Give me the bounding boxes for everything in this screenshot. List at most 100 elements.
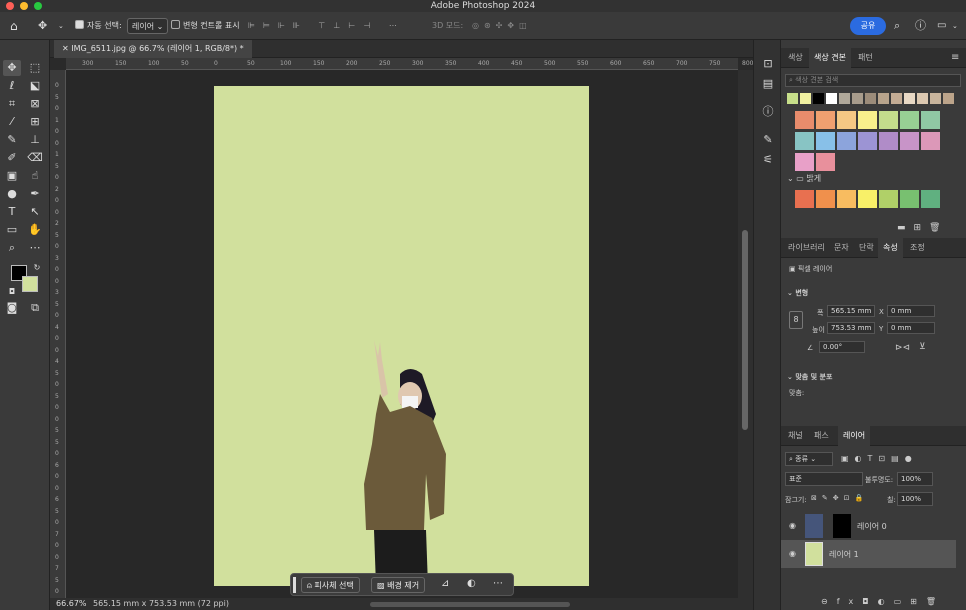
quick-mask-icon[interactable]: ◙ (3, 300, 21, 316)
swatch[interactable] (943, 93, 954, 104)
swatch[interactable] (879, 111, 898, 129)
swatch[interactable] (837, 111, 856, 129)
swatch[interactable] (839, 93, 850, 104)
background-color-swatch[interactable] (22, 276, 38, 292)
home-icon[interactable]: ⌂ (10, 18, 18, 34)
share-button[interactable]: 공유 (850, 17, 886, 35)
drag-handle[interactable] (293, 577, 296, 593)
tab-layers[interactable]: 레이어 (838, 426, 871, 446)
swatch[interactable] (891, 93, 902, 104)
swatch[interactable] (900, 132, 919, 150)
opacity-field[interactable]: 100% (897, 472, 933, 486)
swatch[interactable] (858, 111, 877, 129)
eyedropper-tool-icon[interactable]: ⁄ (3, 114, 21, 130)
auto-select-checkbox[interactable]: 자동 선택: (75, 18, 122, 34)
smudge-tool-icon[interactable]: ☝ (26, 168, 44, 184)
eye-icon[interactable]: ◉ (789, 549, 796, 558)
transform-icon[interactable]: ⊿ (441, 578, 449, 589)
swap-colors-icon[interactable]: ↻ (28, 260, 46, 276)
transform-controls-checkbox[interactable]: 변형 컨트롤 표시 (171, 18, 240, 34)
swatch[interactable] (795, 153, 814, 171)
remove-background-button[interactable]: ▨ 배경 제거 (371, 577, 426, 593)
panel-menu-icon[interactable]: ≡ (951, 52, 959, 63)
history-brush-icon[interactable]: ✐ (3, 150, 21, 166)
swatch[interactable] (813, 93, 824, 104)
layer-row[interactable]: ◉ 레이어 0 (781, 512, 956, 540)
x-field[interactable]: 0 mm (887, 305, 935, 317)
shape-tool-icon[interactable]: ▭ (3, 222, 21, 238)
swatch[interactable] (816, 190, 835, 208)
fill-field[interactable]: 100% (897, 492, 933, 506)
canvas-area[interactable] (66, 70, 738, 598)
swatch[interactable] (879, 190, 898, 208)
layer-filter-dropdown[interactable]: ⌕ 종류 ⌄ (785, 452, 833, 466)
lasso-tool-icon[interactable]: ℓ (3, 78, 21, 94)
layer-panel-actions[interactable]: ⊖fx◘◐▭⊞🗑 (821, 597, 945, 606)
document-canvas[interactable] (214, 86, 589, 586)
tab-paragraph[interactable]: 단락 (854, 238, 879, 258)
tab-libraries[interactable]: 라이브러리 (783, 238, 830, 258)
tab-swatches[interactable]: 색상 견본 (809, 48, 851, 68)
history-icon[interactable]: ⊡ (759, 56, 777, 72)
swatch[interactable] (816, 153, 835, 171)
tab-properties[interactable]: 속성 (878, 238, 903, 258)
swatch[interactable] (900, 190, 919, 208)
move-tool-icon[interactable]: ✥ (38, 18, 47, 34)
tab-paths[interactable]: 패스 (809, 426, 834, 446)
help-icon[interactable]: ⓘ (915, 18, 926, 34)
scroll-thumb[interactable] (742, 230, 748, 430)
swatch[interactable] (917, 93, 928, 104)
type-tool-icon[interactable]: T (3, 204, 21, 220)
gradient-tool-icon[interactable]: ▣ (3, 168, 21, 184)
close-tab-icon[interactable]: ✕ (62, 44, 71, 53)
horizontal-scrollbar[interactable] (370, 602, 570, 607)
document-dimensions[interactable]: 565.15 mm x 753.53 mm (72 ppi) (93, 598, 229, 610)
document-tab[interactable]: ✕ IMG_6511.jpg @ 66.7% (레이어 1, RGB/8*) * (54, 40, 252, 58)
auto-select-dropdown[interactable]: 레이어 ⌄ (127, 18, 169, 34)
align-icons[interactable]: ⊫⊨⊩⊪ ⊤⊥⊢⊣ ⋯ (248, 18, 405, 34)
height-field[interactable]: 753.53 mm (827, 322, 875, 334)
chevron-down-icon[interactable]: ⌄ (58, 18, 64, 34)
search-icon[interactable]: ⌕ (894, 18, 900, 34)
frame-tool-icon[interactable]: ⊠ (26, 96, 44, 112)
adjust-icon[interactable]: ◐ (467, 578, 476, 589)
align-section-header[interactable]: ⌄ 맞춤 및 분포 (787, 372, 832, 382)
zoom-level[interactable]: 66.67% (56, 598, 87, 610)
swatch[interactable] (878, 93, 889, 104)
more-tools-icon[interactable]: ⋯ (26, 240, 44, 256)
swatch[interactable] (816, 132, 835, 150)
close-window-button[interactable] (6, 2, 14, 10)
swatch[interactable] (858, 132, 877, 150)
pen-tool-icon[interactable]: ✒ (26, 186, 44, 202)
dodge-tool-icon[interactable]: ● (3, 186, 21, 202)
default-colors-icon[interactable]: ◘ (3, 284, 21, 300)
comments-icon[interactable]: ▤ (759, 76, 777, 92)
swatch[interactable] (921, 132, 940, 150)
stamp-tool-icon[interactable]: ⊥ (26, 132, 44, 148)
swatch[interactable] (795, 132, 814, 150)
hand-tool-icon[interactable]: ✋ (26, 222, 44, 238)
swatch[interactable] (816, 111, 835, 129)
swatch[interactable] (795, 111, 814, 129)
layer-row-selected[interactable]: ◉ 레이어 1 (781, 540, 956, 568)
screen-mode-icon[interactable]: ⧉ (26, 300, 44, 316)
more-options-icon[interactable]: ⋯ (493, 578, 503, 589)
swatch[interactable] (921, 190, 940, 208)
angle-field[interactable]: 0.00° (819, 341, 865, 353)
tab-color[interactable]: 색상 (783, 48, 808, 68)
info-icon[interactable]: ⓘ (759, 104, 777, 120)
swatch[interactable] (800, 93, 811, 104)
transform-section-header[interactable]: ⌄ 변형 (787, 288, 808, 298)
link-icon[interactable]: 8 (789, 311, 803, 329)
swatch[interactable] (900, 111, 919, 129)
layer-filter-icons[interactable]: ▣◐T⊡▤● (841, 454, 918, 463)
tab-patterns[interactable]: 패턴 (853, 48, 878, 68)
swatch[interactable] (787, 93, 798, 104)
eraser-tool-icon[interactable]: ⌫ (26, 150, 44, 166)
flip-vertical-icon[interactable]: ⊻ (919, 342, 926, 352)
object-select-tool-icon[interactable]: ⬕ (26, 78, 44, 94)
tab-channels[interactable]: 채널 (783, 426, 808, 446)
zoom-window-button[interactable] (34, 2, 42, 10)
swatch[interactable] (852, 93, 863, 104)
swatch[interactable] (879, 132, 898, 150)
